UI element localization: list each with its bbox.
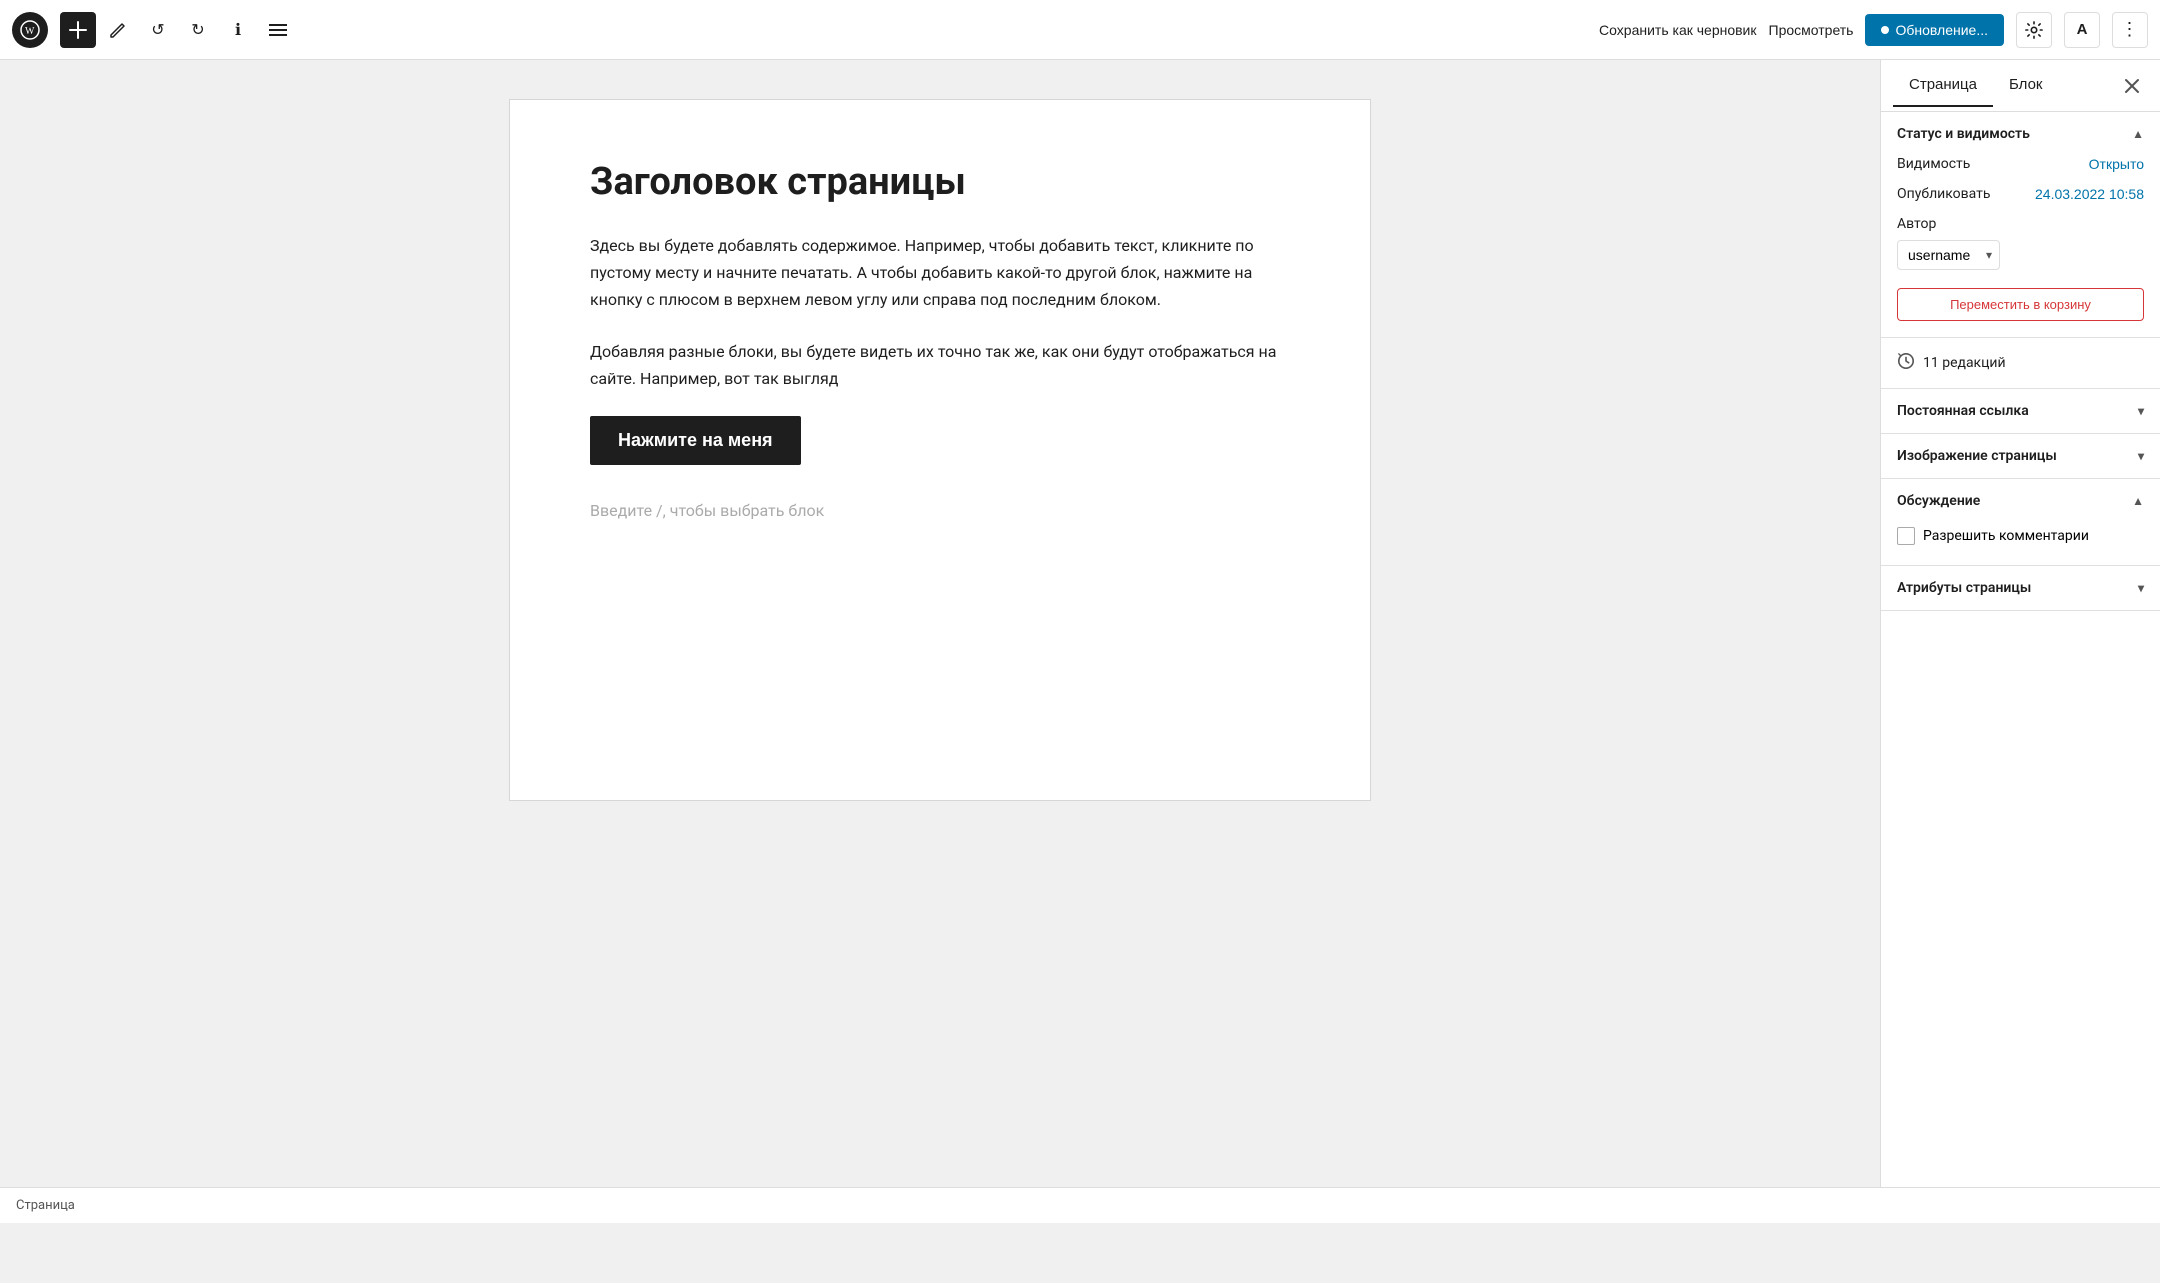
update-button[interactable]: Обновление... [1865, 14, 2004, 46]
edit-button[interactable] [100, 12, 136, 48]
redo-icon: ↻ [191, 20, 204, 40]
wp-logo: W [12, 12, 48, 48]
visibility-row: Видимость Открыто [1897, 156, 2144, 172]
svg-text:W: W [25, 26, 35, 37]
status-bar: Страница [0, 1187, 2160, 1223]
status-visibility-section: Статус и видимость ▲ Видимость Открыто О… [1881, 112, 2160, 338]
page-image-chevron: ▾ [2138, 449, 2144, 463]
wp-logo-icon: W [20, 20, 40, 40]
page-image-section: Изображение страницы ▾ [1881, 434, 2160, 479]
status-visibility-title: Статус и видимость [1897, 126, 2030, 142]
editor-canvas: Заголовок страницы Здесь вы будете добав… [510, 100, 1370, 800]
settings-button[interactable] [2016, 12, 2052, 48]
list-view-button[interactable] [260, 12, 296, 48]
discussion-title: Обсуждение [1897, 493, 1980, 509]
sidebar-tabs: Страница Блок [1881, 60, 2160, 112]
tab-page[interactable]: Страница [1893, 64, 1993, 107]
body-paragraph-2[interactable]: Добавляя разные блоки, вы будете видеть … [590, 338, 1290, 392]
revisions-row[interactable]: 11 редакций [1881, 338, 2160, 389]
toolbar-right: Сохранить как черновик Просмотреть Обнов… [1599, 12, 2148, 48]
preview-button[interactable]: Просмотреть [1769, 22, 1854, 38]
allow-comments-label[interactable]: Разрешить комментарии [1923, 528, 2089, 544]
permalink-title: Постоянная ссылка [1897, 403, 2029, 419]
close-icon [2124, 78, 2140, 94]
discussion-body: Разрешить комментарии [1881, 523, 2160, 565]
pencil-icon [109, 21, 127, 39]
permalink-section: Постоянная ссылка ▾ [1881, 389, 2160, 434]
add-block-button[interactable] [60, 12, 96, 48]
info-icon: ℹ [235, 20, 241, 40]
author-select-wrapper: username [1897, 240, 2000, 270]
info-button[interactable]: ℹ [220, 12, 256, 48]
block-placeholder[interactable]: Введите /, чтобы выбрать блок [590, 493, 1290, 528]
undo-icon: ↺ [151, 20, 164, 40]
update-dot [1881, 26, 1889, 34]
plus-icon [69, 21, 87, 39]
dots-icon: ⋮ [2121, 19, 2140, 40]
author-label: Автор [1897, 216, 1936, 232]
list-icon [269, 23, 287, 37]
status-visibility-header[interactable]: Статус и видимость ▲ [1881, 112, 2160, 156]
user-initial: A [2077, 21, 2088, 38]
undo-button[interactable]: ↺ [140, 12, 176, 48]
page-image-header[interactable]: Изображение страницы ▾ [1881, 434, 2160, 478]
page-attributes-title: Атрибуты страницы [1897, 580, 2031, 596]
gear-icon [2025, 21, 2043, 39]
visibility-label: Видимость [1897, 156, 1970, 172]
page-title[interactable]: Заголовок страницы [590, 160, 1290, 204]
visibility-value[interactable]: Открыто [2089, 156, 2144, 172]
revisions-icon [1897, 352, 1915, 374]
move-to-trash-button[interactable]: Переместить в корзину [1897, 288, 2144, 321]
user-avatar-button[interactable]: A [2064, 12, 2100, 48]
publish-value[interactable]: 24.03.2022 10:58 [2035, 186, 2144, 202]
author-row: Автор username [1897, 216, 2144, 270]
sidebar-close-button[interactable] [2116, 70, 2148, 102]
more-options-button[interactable]: ⋮ [2112, 12, 2148, 48]
save-draft-button[interactable]: Сохранить как черновик [1599, 22, 1756, 38]
editor-area: Заголовок страницы Здесь вы будете добав… [0, 60, 1880, 1223]
body-paragraph-1[interactable]: Здесь вы будете добавлять содержимое. На… [590, 232, 1290, 314]
revisions-count: 11 редакций [1923, 355, 2006, 371]
permalink-chevron: ▾ [2138, 404, 2144, 418]
call-to-action-button[interactable]: Нажмите на меня [590, 416, 801, 465]
publish-row: Опубликовать 24.03.2022 10:58 [1897, 186, 2144, 202]
page-attributes-header[interactable]: Атрибуты страницы ▾ [1881, 566, 2160, 610]
sidebar-content: Статус и видимость ▲ Видимость Открыто О… [1881, 112, 2160, 1223]
page-image-title: Изображение страницы [1897, 448, 2057, 464]
status-bar-label: Страница [16, 1198, 75, 1213]
redo-button[interactable]: ↻ [180, 12, 216, 48]
permalink-header[interactable]: Постоянная ссылка ▾ [1881, 389, 2160, 433]
discussion-header[interactable]: Обсуждение ▲ [1881, 479, 2160, 523]
discussion-chevron: ▲ [2132, 494, 2144, 508]
page-attributes-chevron: ▾ [2138, 581, 2144, 595]
author-select[interactable]: username [1897, 240, 2000, 270]
main-layout: Заголовок страницы Здесь вы будете добав… [0, 60, 2160, 1223]
publish-label: Опубликовать [1897, 186, 1991, 202]
tab-block[interactable]: Блок [1993, 64, 2059, 107]
status-visibility-body: Видимость Открыто Опубликовать 24.03.202… [1881, 156, 2160, 337]
toolbar: W ↺ ↻ ℹ Сохранить как черновик Просмотре… [0, 0, 2160, 60]
allow-comments-checkbox[interactable] [1897, 527, 1915, 545]
clock-rotate-icon [1897, 352, 1915, 370]
update-label: Обновление... [1895, 22, 1988, 38]
page-attributes-section: Атрибуты страницы ▾ [1881, 566, 2160, 611]
status-visibility-chevron: ▲ [2132, 127, 2144, 141]
sidebar: Страница Блок Статус и видимость ▲ Видим… [1880, 60, 2160, 1223]
discussion-section: Обсуждение ▲ Разрешить комментарии [1881, 479, 2160, 566]
allow-comments-row: Разрешить комментарии [1897, 523, 2144, 549]
